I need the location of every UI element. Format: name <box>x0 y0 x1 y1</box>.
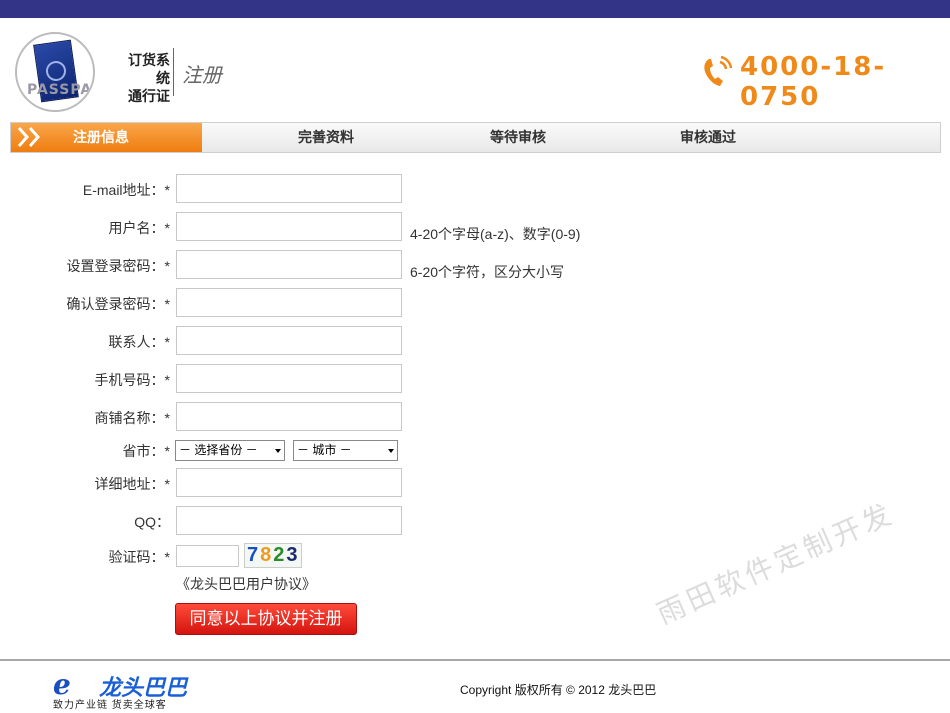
mobile-field[interactable] <box>176 364 402 393</box>
username-hint: 4-20个字母(a-z)、数字(0-9) <box>410 226 581 242</box>
province-select[interactable]: － 选择省份 － <box>175 440 285 461</box>
watermark: 雨田软件定制开发 <box>652 496 900 631</box>
step-register-info: 注册信息 <box>11 123 202 152</box>
username-label: 用户名：* <box>108 220 170 236</box>
address-label: 详细地址：* <box>94 476 170 492</box>
confirm-password-label: 确认登录密码：* <box>66 296 170 312</box>
brand-line-2: 通行证 <box>128 88 170 104</box>
logo-word: PASSPART <box>27 82 93 98</box>
double-chevron-right-icon <box>17 127 41 147</box>
password-input[interactable] <box>177 251 401 278</box>
qq-field[interactable] <box>176 506 402 535</box>
phone-icon <box>704 55 733 86</box>
page-title: 注册 <box>182 65 222 87</box>
confirm-password-field[interactable] <box>176 288 402 317</box>
step-review-passed: 审核通过 <box>680 129 736 145</box>
username-field[interactable] <box>176 212 402 241</box>
qq-label: QQ： <box>134 514 170 530</box>
qq-input[interactable] <box>177 507 401 534</box>
captcha-char: 2 <box>273 544 287 566</box>
header: PASSPART 订货系统 通行证 注册 4000-18-0750 <box>0 18 950 120</box>
mobile-input[interactable] <box>177 365 401 392</box>
shop-name-label: 商铺名称：* <box>94 410 170 426</box>
captcha-char: 3 <box>286 544 300 566</box>
phone-number: 4000-18-0750 <box>740 52 887 112</box>
captcha-char: 8 <box>260 544 274 566</box>
province-selected: － 选择省份 － <box>179 443 258 457</box>
confirm-password-input[interactable] <box>177 289 401 316</box>
agree-register-button[interactable]: 同意以上协议并注册 <box>175 603 357 635</box>
brand-divider <box>173 48 174 96</box>
mobile-label: 手机号码：* <box>94 372 170 388</box>
captcha-char: 7 <box>247 544 261 566</box>
footer-slogan: 致力产业链 货卖全球客 <box>53 700 167 711</box>
footer-divider <box>0 659 950 661</box>
email-field[interactable] <box>176 174 402 203</box>
captcha-label: 验证码：* <box>108 549 170 565</box>
password-field[interactable] <box>176 250 402 279</box>
username-input[interactable] <box>177 213 401 240</box>
contact-label: 联系人：* <box>108 334 170 350</box>
email-input[interactable] <box>177 175 401 202</box>
step-await-review: 等待审核 <box>490 129 546 145</box>
top-bar <box>0 0 950 18</box>
region-label: 省市：* <box>122 443 170 459</box>
user-agreement-link[interactable]: 《龙头巴巴用户协议》 <box>176 574 316 594</box>
contact-field[interactable] <box>176 326 402 355</box>
brand-line-1: 订货系统 <box>128 52 170 86</box>
city-select[interactable]: － 城市 － <box>293 440 398 461</box>
brand-title: 订货系统 通行证 <box>118 51 170 105</box>
step-complete-profile: 完善资料 <box>298 129 354 145</box>
passport-logo: PASSPART <box>15 32 95 112</box>
email-label: E-mail地址：* <box>82 182 170 198</box>
password-hint: 6-20个字符，区分大小写 <box>410 264 565 280</box>
captcha-field[interactable] <box>176 545 239 567</box>
captcha-image[interactable]: 7823 <box>244 543 302 568</box>
steps-bar: 注册信息 完善资料 等待审核 审核通过 <box>10 122 941 153</box>
password-label: 设置登录密码：* <box>66 258 170 274</box>
shop-name-field[interactable] <box>176 402 402 431</box>
shop-name-input[interactable] <box>177 403 401 430</box>
city-selected: － 城市 － <box>297 443 352 457</box>
dropdown-arrow-icon <box>388 449 394 453</box>
address-input[interactable] <box>177 469 401 496</box>
copyright-text: Copyright 版权所有 © 2012 龙头巴巴 <box>460 683 657 697</box>
step-label: 注册信息 <box>73 129 129 145</box>
address-field[interactable] <box>176 468 402 497</box>
contact-input[interactable] <box>177 327 401 354</box>
footer-logo: e 龙头巴巴 致力产业链 货卖全球客 <box>53 668 203 711</box>
dropdown-arrow-icon <box>275 449 281 453</box>
